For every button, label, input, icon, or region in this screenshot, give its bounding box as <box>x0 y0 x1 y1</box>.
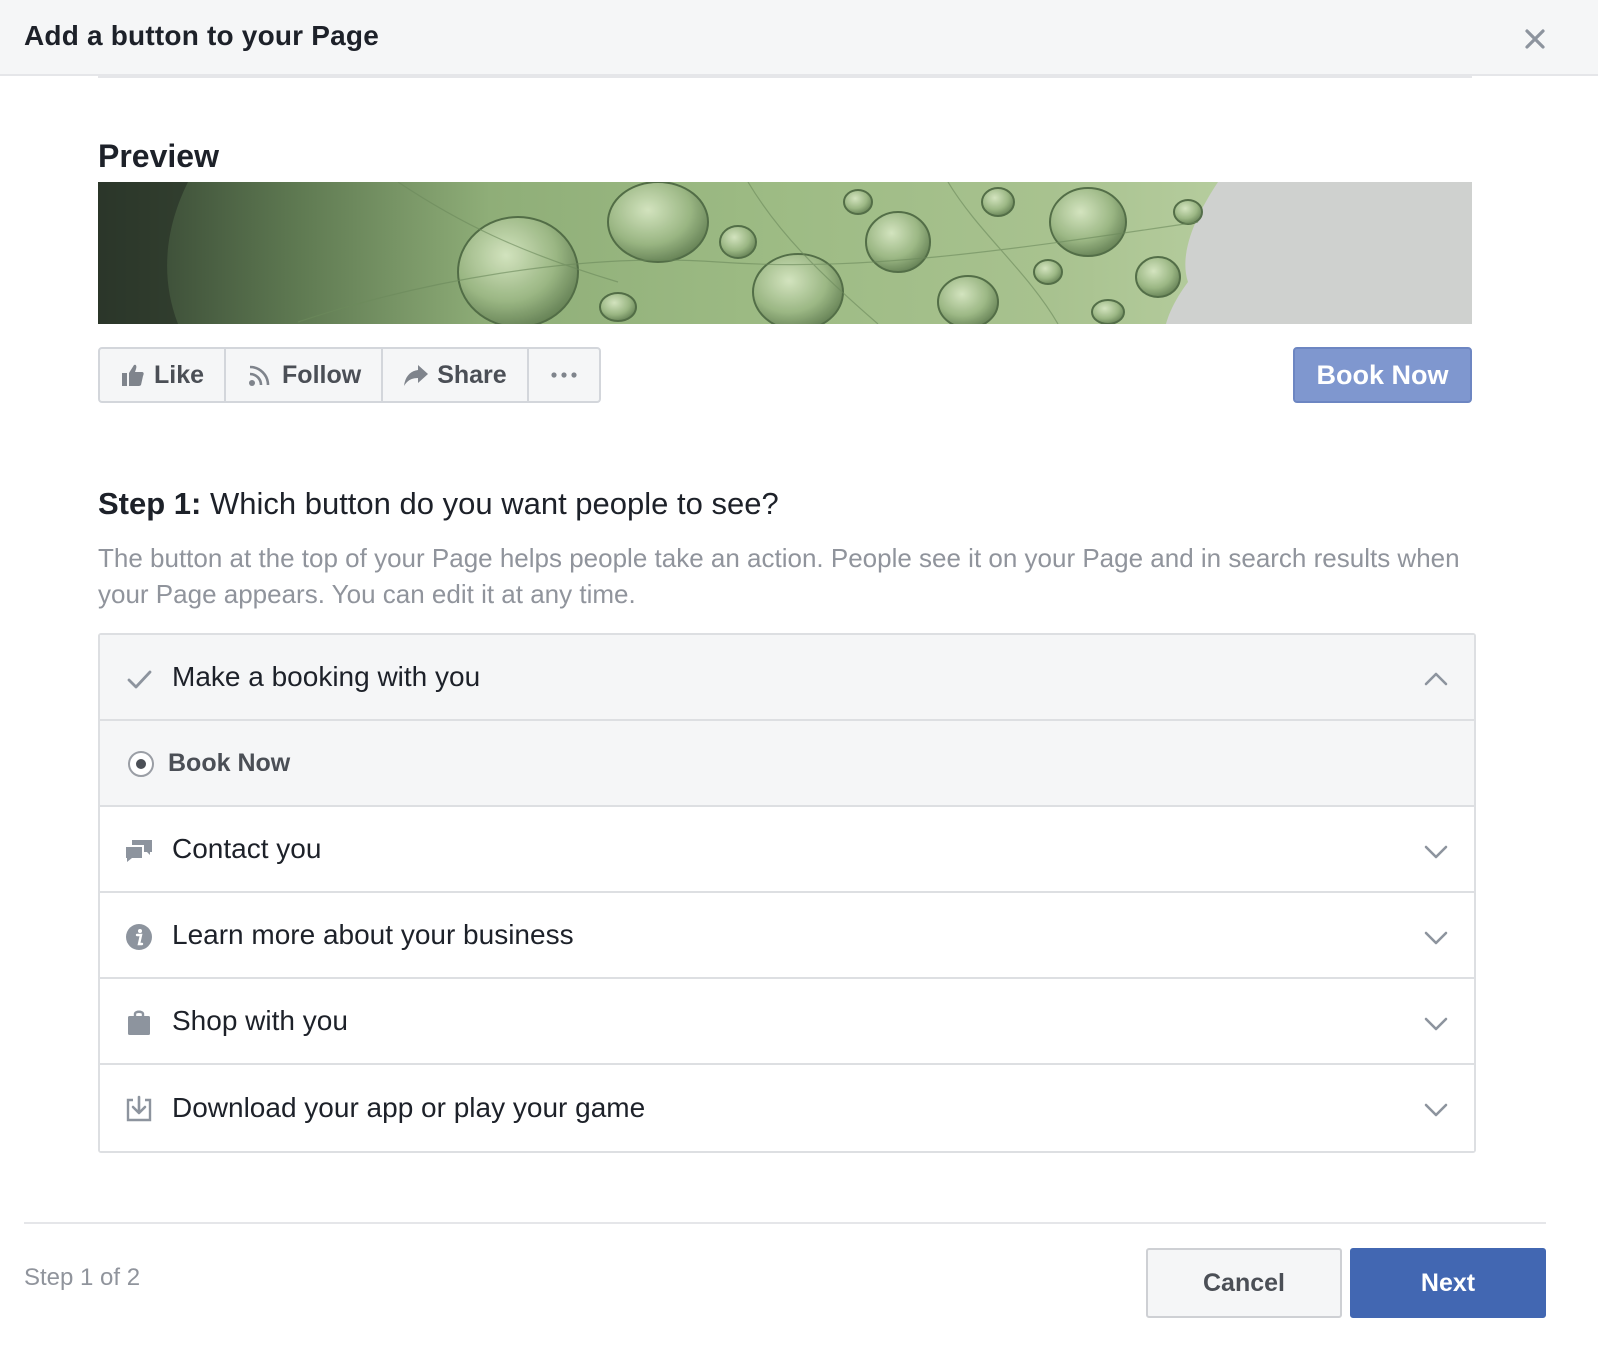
step-counter: Step 1 of 2 <box>24 1264 141 1291</box>
like-button[interactable]: Like <box>100 349 227 401</box>
follow-label: Follow <box>282 360 362 389</box>
close-button[interactable] <box>1518 22 1552 56</box>
step-description: The button at the top of your Page helps… <box>98 543 1460 609</box>
check-icon <box>127 670 152 689</box>
option-shop[interactable]: Shop with you <box>100 979 1474 1065</box>
step-question: Which button do you want people to see? <box>201 486 779 521</box>
info-icon <box>126 924 152 950</box>
follow-button[interactable]: Follow <box>226 349 384 401</box>
like-label: Like <box>154 360 205 389</box>
cover-photo <box>98 182 1472 324</box>
thumbs-up-icon <box>122 364 144 386</box>
chevron-down-icon <box>1424 845 1448 859</box>
option-label: Download your app or play your game <box>172 1092 646 1123</box>
book-now-preview-button[interactable]: Book Now <box>1293 347 1472 403</box>
footer-divider <box>24 1222 1546 1224</box>
option-label: Learn more about your business <box>172 919 574 950</box>
option-make-booking[interactable]: Make a booking with you <box>100 635 1474 721</box>
next-button[interactable]: Next <box>1350 1248 1546 1318</box>
step-heading: Step 1: Which button do you want people … <box>98 486 779 522</box>
rss-icon <box>249 365 270 386</box>
option-label: Shop with you <box>172 1005 348 1036</box>
chevron-down-icon <box>1424 1017 1448 1031</box>
step-prefix: Step 1: <box>98 486 202 521</box>
cancel-button[interactable]: Cancel <box>1146 1248 1342 1318</box>
chat-bubbles-icon <box>126 840 152 862</box>
option-label: Contact you <box>172 833 322 864</box>
chevron-down-icon <box>1424 1103 1448 1117</box>
sub-option-label: Book Now <box>168 748 291 777</box>
more-dots-icon <box>551 372 577 378</box>
share-arrow-icon <box>404 365 429 386</box>
book-now-radio[interactable] <box>128 751 154 777</box>
dialog-header: Add a button to your Page <box>0 0 1598 76</box>
chevron-up-icon <box>1424 672 1448 686</box>
close-icon <box>1525 29 1545 49</box>
download-icon <box>126 1095 152 1122</box>
page-action-buttons: Like Follow Share <box>98 347 601 403</box>
option-learn-more[interactable]: Learn more about your business <box>100 893 1474 979</box>
preview-heading: Preview <box>98 138 219 174</box>
chevron-down-icon <box>1424 931 1448 945</box>
shopping-bag-icon <box>128 1010 150 1035</box>
sub-option-book-now[interactable]: Book Now <box>100 721 1474 807</box>
more-options-button[interactable] <box>529 349 599 401</box>
share-label: Share <box>437 360 507 389</box>
share-button[interactable]: Share <box>383 349 529 401</box>
dialog-title: Add a button to your Page <box>24 20 379 51</box>
button-options-list: Make a booking with you Book Now Contact… <box>98 633 1476 1153</box>
option-download-app[interactable]: Download your app or play your game <box>100 1065 1474 1151</box>
option-label: Make a booking with you <box>172 661 481 692</box>
option-contact-you[interactable]: Contact you <box>100 807 1474 893</box>
divider <box>98 76 1472 78</box>
